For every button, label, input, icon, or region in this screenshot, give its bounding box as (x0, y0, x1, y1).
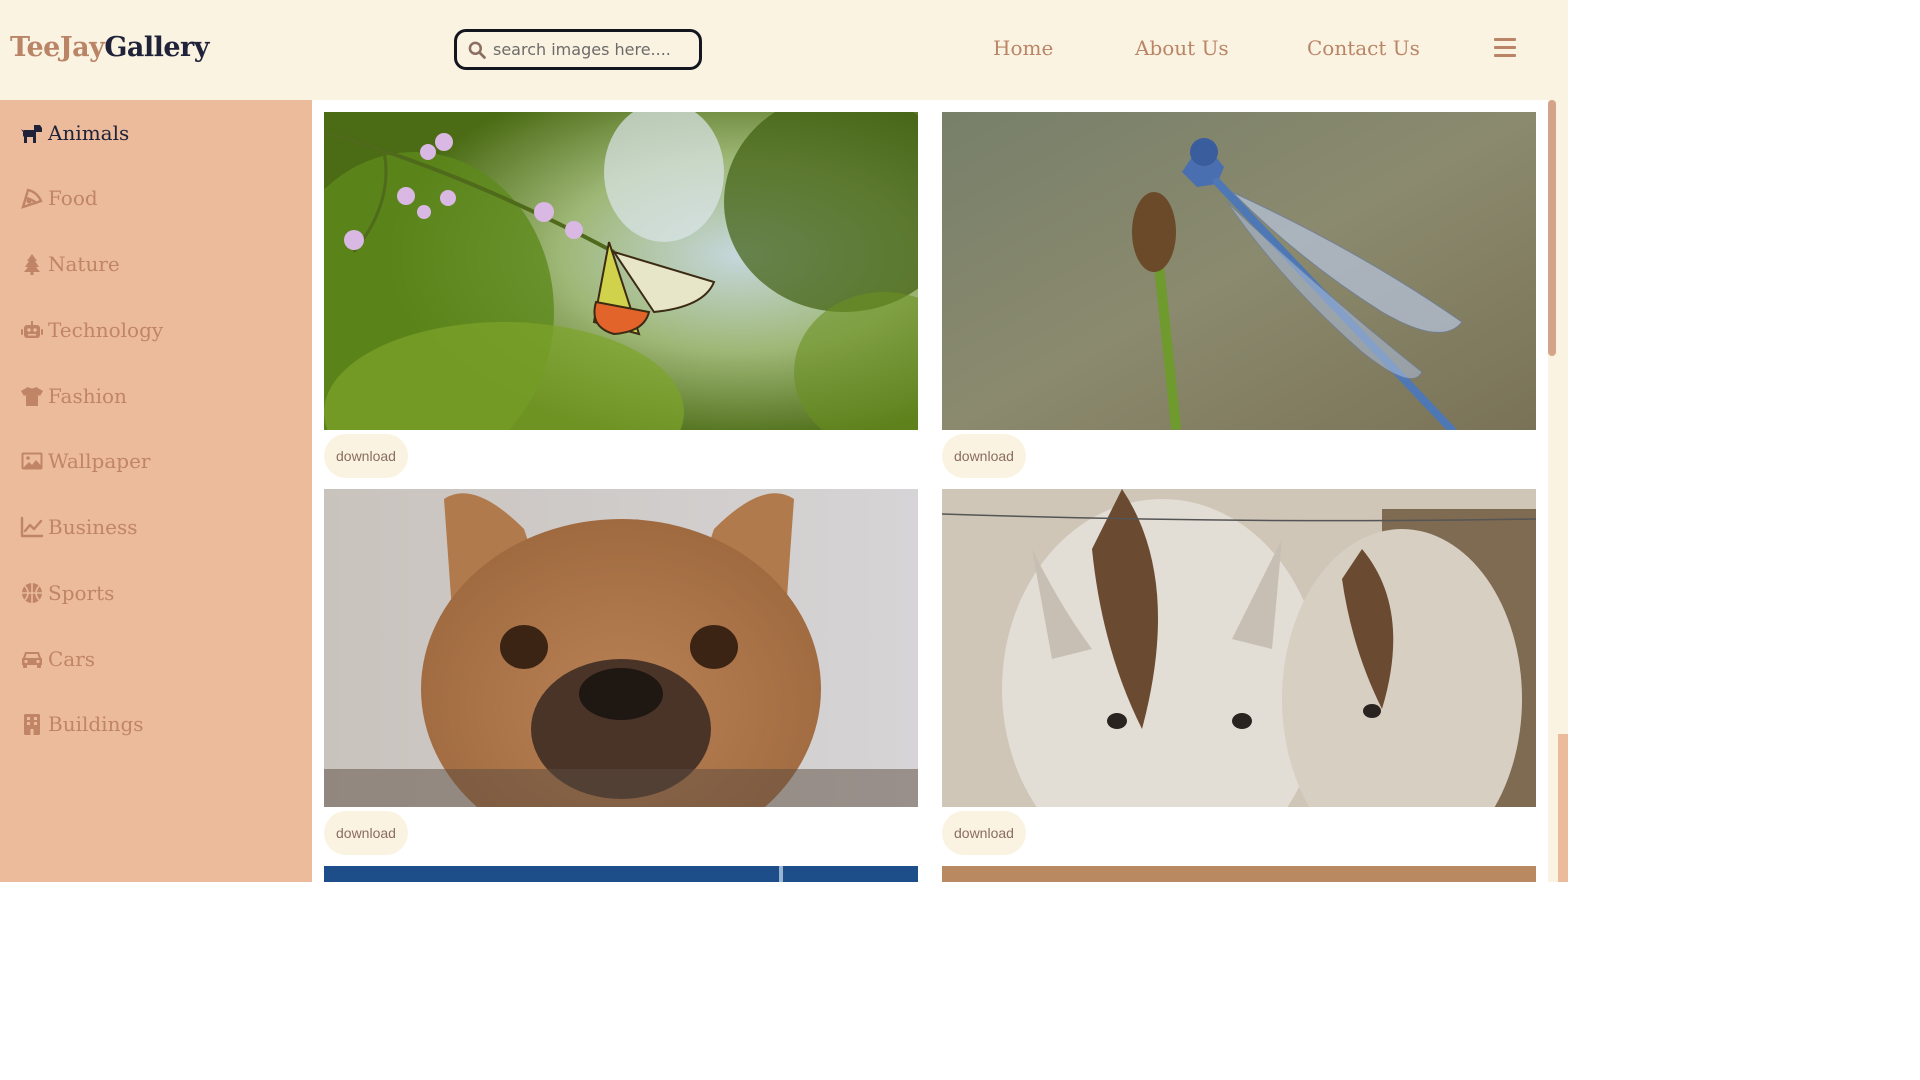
sidebar-item-nature[interactable]: Nature (20, 248, 120, 280)
sidebar-item-wallpaper[interactable]: Wallpaper (20, 445, 150, 477)
sidebar-item-label: Cars (48, 647, 96, 671)
image-gallery: download download download download (312, 100, 1548, 882)
search-box (454, 29, 702, 70)
sidebar-item-label: Food (48, 186, 98, 210)
sidebar-item-sports[interactable]: Sports (20, 577, 114, 609)
sidebar-item-fashion[interactable]: Fashion (20, 380, 127, 412)
image-icon (21, 452, 43, 470)
page-scrollbar-thumb[interactable] (1548, 100, 1556, 356)
scrollbar-edge (1558, 734, 1568, 882)
download-button[interactable]: download (324, 811, 408, 855)
shirt-icon (21, 387, 43, 406)
gallery-image-blue[interactable] (324, 866, 918, 882)
hamburger-menu-icon[interactable] (1494, 38, 1516, 58)
sidebar-item-label: Buildings (48, 712, 144, 736)
category-sidebar: Animals Food Nature Technology Fashion W… (0, 100, 312, 882)
sidebar-item-food[interactable]: Food (20, 182, 98, 214)
dog-icon (21, 125, 42, 143)
sidebar-item-label: Wallpaper (48, 449, 151, 473)
gallery-image-dragonfly[interactable] (942, 112, 1536, 430)
chart-line-icon (20, 516, 44, 538)
logo-part-gallery: Gallery (104, 32, 209, 63)
gallery-image-butterfly[interactable] (324, 112, 918, 430)
download-button[interactable]: download (324, 434, 408, 478)
nav-about-link[interactable]: About Us (1135, 36, 1229, 60)
sidebar-item-label: Nature (48, 252, 120, 276)
nav-contact-link[interactable]: Contact Us (1307, 36, 1420, 60)
sidebar-item-animals[interactable]: Animals (20, 117, 129, 149)
sidebar-item-label: Business (48, 515, 138, 539)
pizza-icon (21, 188, 43, 209)
sidebar-item-buildings[interactable]: Buildings (20, 708, 144, 740)
sidebar-item-cars[interactable]: Cars (20, 643, 95, 675)
download-button[interactable]: download (942, 811, 1026, 855)
gallery-image-tan[interactable] (942, 866, 1536, 882)
search-icon (468, 41, 486, 59)
sidebar-item-label: Sports (48, 581, 115, 605)
download-button[interactable]: download (942, 434, 1026, 478)
tree-icon (24, 254, 40, 275)
top-bar: TeeJayGallery Home About Us Contact Us (0, 0, 1568, 100)
basketball-icon (22, 583, 42, 603)
sidebar-item-technology[interactable]: Technology (20, 314, 163, 346)
building-icon (24, 714, 40, 735)
sidebar-item-label: Fashion (48, 384, 127, 408)
logo[interactable]: TeeJayGallery (10, 32, 209, 63)
logo-part-teejay: TeeJay (10, 32, 105, 63)
sidebar-item-label: Technology (48, 318, 164, 342)
sidebar-item-business[interactable]: Business (20, 511, 137, 543)
gallery-image-horses[interactable] (942, 489, 1536, 807)
robot-icon (21, 321, 43, 338)
gallery-image-french-bulldog[interactable] (324, 489, 918, 807)
car-icon (22, 652, 42, 668)
nav-home-link[interactable]: Home (993, 36, 1053, 60)
sidebar-item-label: Animals (48, 121, 130, 145)
search-input[interactable] (493, 40, 683, 59)
